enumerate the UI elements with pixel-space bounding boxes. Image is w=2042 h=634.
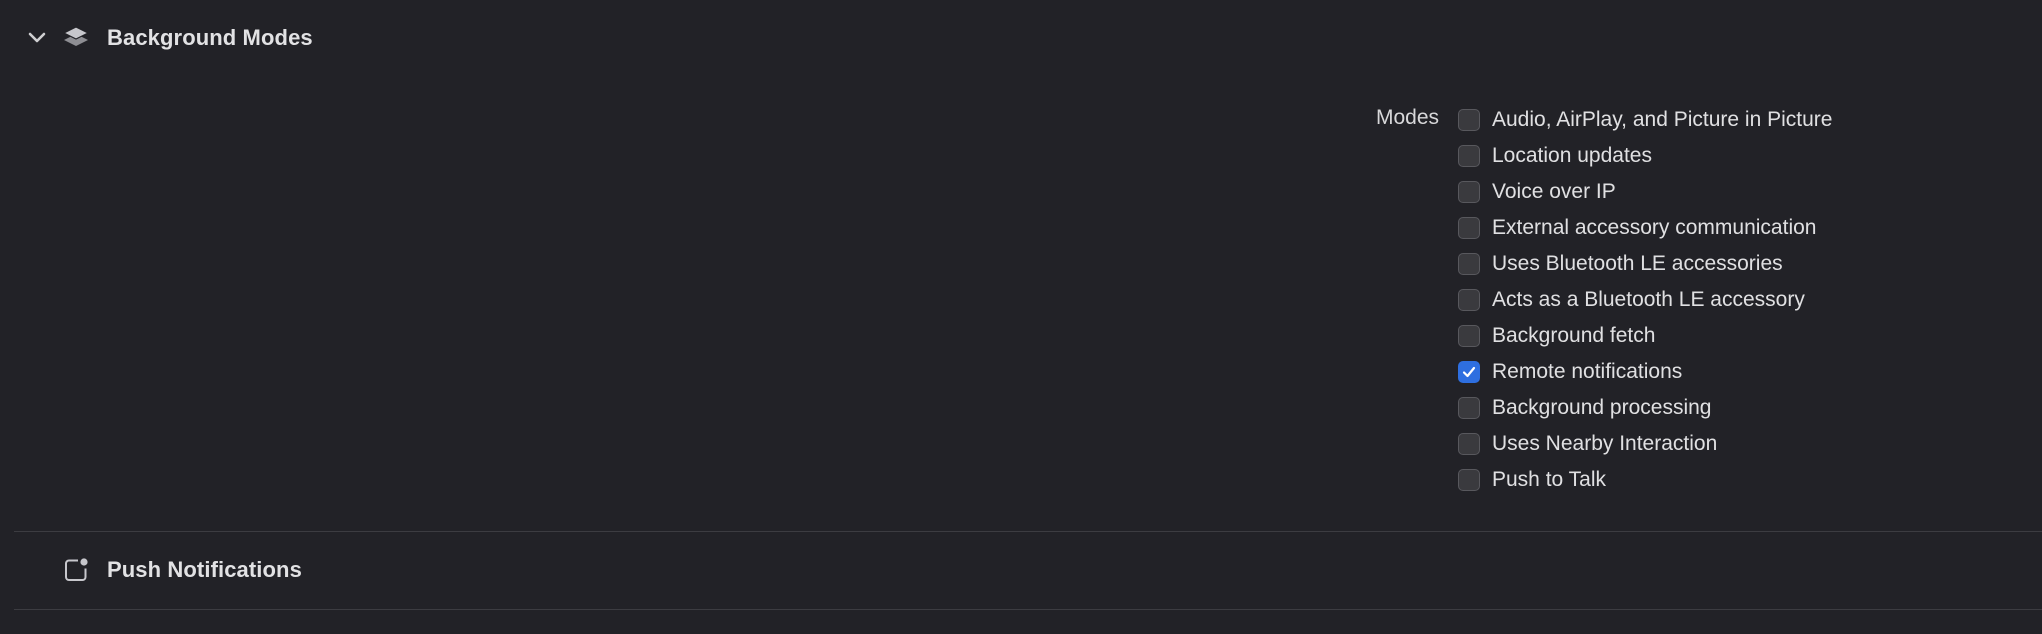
checkbox[interactable] <box>1458 469 1480 491</box>
mode-checkbox-row[interactable]: Uses Nearby Interaction <box>1458 426 1832 462</box>
app-badge-icon <box>62 556 90 584</box>
mode-checkbox-row[interactable]: Acts as a Bluetooth LE accessory <box>1458 282 1832 318</box>
mode-checkbox-row[interactable]: Audio, AirPlay, and Picture in Picture <box>1458 102 1832 138</box>
mode-checkbox-row[interactable]: Voice over IP <box>1458 174 1832 210</box>
mode-checkbox-row[interactable]: Background fetch <box>1458 318 1832 354</box>
background-modes-title: Background Modes <box>107 25 313 50</box>
mode-label: External accessory communication <box>1492 216 1817 239</box>
mode-checkbox-row[interactable]: Push to Talk <box>1458 462 1832 498</box>
chevron-down-icon[interactable] <box>26 27 48 49</box>
push-notifications-title: Push Notifications <box>107 557 302 582</box>
mode-label: Uses Nearby Interaction <box>1492 432 1718 455</box>
checkbox[interactable] <box>1458 433 1480 455</box>
mode-checkbox-row[interactable]: Location updates <box>1458 138 1832 174</box>
checkbox[interactable] <box>1458 289 1480 311</box>
mode-checkbox-row[interactable]: Remote notifications <box>1458 354 1832 390</box>
checkbox[interactable] <box>1458 181 1480 203</box>
mode-label: Acts as a Bluetooth LE accessory <box>1492 288 1805 311</box>
checkbox[interactable] <box>1458 397 1480 419</box>
checkbox[interactable] <box>1458 145 1480 167</box>
mode-label: Voice over IP <box>1492 180 1616 203</box>
modes-checkbox-list: Audio, AirPlay, and Picture in Picture L… <box>1458 102 1832 498</box>
checkmark-icon <box>1462 366 1476 378</box>
section-divider <box>14 531 2042 532</box>
mode-label: Background fetch <box>1492 324 1656 347</box>
mode-label: Push to Talk <box>1492 468 1607 491</box>
mode-checkbox-row[interactable]: Background processing <box>1458 390 1832 426</box>
checkbox[interactable] <box>1458 109 1480 131</box>
checkbox[interactable] <box>1458 325 1480 347</box>
mode-checkbox-row[interactable]: Uses Bluetooth LE accessories <box>1458 246 1832 282</box>
mode-label: Audio, AirPlay, and Picture in Picture <box>1492 108 1833 131</box>
mode-label: Uses Bluetooth LE accessories <box>1492 252 1783 275</box>
checkbox[interactable] <box>1458 253 1480 275</box>
stacked-layers-icon <box>62 24 90 52</box>
section-divider <box>14 609 2042 610</box>
mode-label: Location updates <box>1492 144 1652 167</box>
mode-label: Background processing <box>1492 396 1712 419</box>
mode-checkbox-row[interactable]: External accessory communication <box>1458 210 1832 246</box>
mode-label: Remote notifications <box>1492 360 1683 383</box>
modes-label: Modes <box>1376 106 1440 129</box>
checkbox[interactable] <box>1458 217 1480 239</box>
checkbox-checked[interactable] <box>1458 361 1480 383</box>
